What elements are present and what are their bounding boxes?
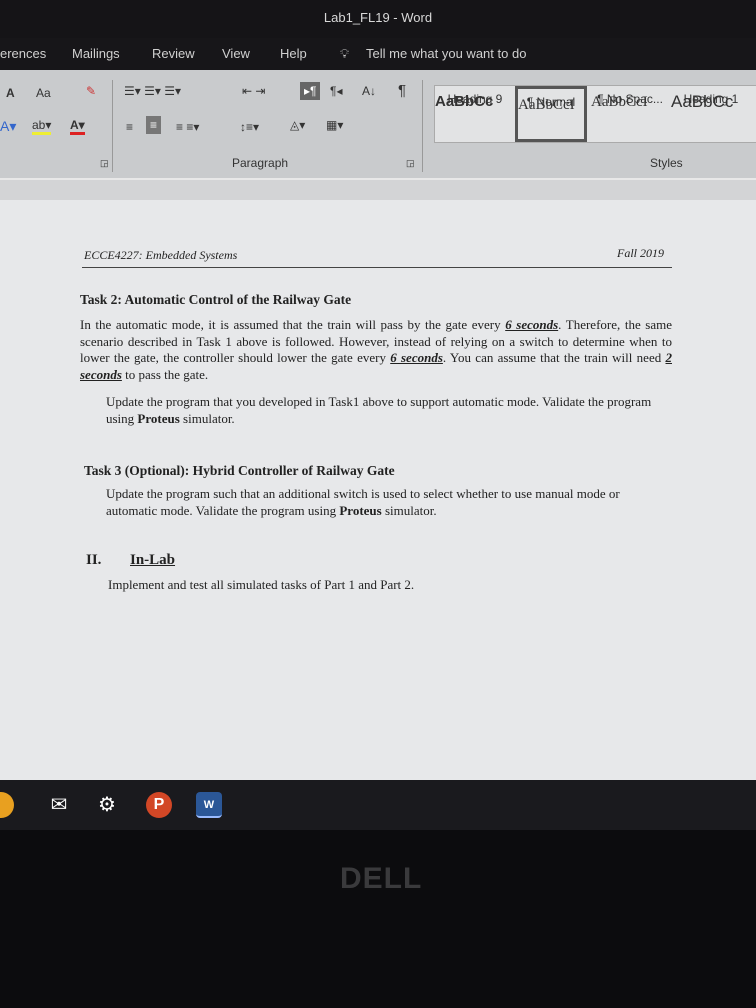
grow-font-icon[interactable]: A <box>6 86 15 100</box>
mail-icon[interactable]: ✉ <box>46 792 72 818</box>
ruler-strip <box>0 178 756 200</box>
style-heading-9[interactable]: AaBbCc Heading 9 <box>435 86 515 142</box>
shading-icon[interactable]: ◬▾ <box>290 118 305 132</box>
align-right-icon[interactable]: ≡ ≡▾ <box>176 120 199 134</box>
tell-me-search[interactable]: Tell me what you want to do <box>366 46 526 61</box>
title-bar: Lab1_FL19 - Word <box>0 0 756 38</box>
borders-icon[interactable]: ▦▾ <box>326 118 343 132</box>
section-number: II. <box>86 552 102 568</box>
line-spacing-icon[interactable]: ↕≡▾ <box>240 120 259 134</box>
tab-mailings[interactable]: Mailings <box>72 46 120 61</box>
style-normal[interactable]: AaBbCcI ¶ Normal <box>515 86 587 142</box>
ribbon-tabs: erences Mailings Review View Help 💡︎ Tel… <box>0 38 756 70</box>
align-left-icon[interactable]: ≡ <box>126 120 133 134</box>
font-color-icon[interactable]: A▾ <box>70 118 85 135</box>
text-effects-icon[interactable]: A▾ <box>0 118 16 135</box>
task3-paragraph: Update the program such that an addition… <box>106 486 620 518</box>
align-center-icon[interactable]: ≡ <box>146 116 162 134</box>
clear-format-icon[interactable]: ✎ <box>86 84 96 98</box>
rtl-icon[interactable]: ¶◂ <box>330 84 342 98</box>
ltr-icon[interactable]: ▸¶ <box>300 82 321 100</box>
change-case-button[interactable]: Aa <box>36 86 51 100</box>
task2-instruction: Update the program that you developed in… <box>106 394 652 426</box>
pilcrow-icon[interactable]: ¶ <box>398 82 406 99</box>
tab-review[interactable]: Review <box>152 46 195 61</box>
style-heading-1[interactable]: AaBbCc Heading 1 <box>671 86 751 142</box>
ribbon: A Aa ✎ A▾ ab▾ A▾ ☰▾ ☰▾ ☰▾ ⇤ ⇥ ▸¶ ¶◂ A↓ ¶… <box>0 70 756 178</box>
header-term: Fall 2019 <box>617 246 664 260</box>
task2-title: Task 2: Automatic Control of the Railway… <box>80 292 352 307</box>
section-paragraph: Implement and test all simulated tasks o… <box>108 577 415 592</box>
app-icon[interactable] <box>0 792 14 818</box>
task2-paragraph: In the automatic mode, it is assumed tha… <box>80 317 672 382</box>
tab-help[interactable]: Help <box>280 46 307 61</box>
font-launcher-icon[interactable]: ◲ <box>100 158 109 169</box>
styles-gallery: AaBbCc Heading 9 AaBbCcI ¶ Normal AaBbCcI ¶… <box>434 85 756 143</box>
settings-icon[interactable]: ⚙ <box>94 792 120 818</box>
document-page[interactable]: ECCE4227: Embedded Systems Fall 2019 Tas… <box>0 200 756 780</box>
header-course: ECCE4227: Embedded Systems <box>84 248 238 262</box>
tab-view[interactable]: View <box>222 46 250 61</box>
indent-icon[interactable]: ⇤ ⇥ <box>242 84 265 98</box>
window-title: Lab1_FL19 - Word <box>323 10 433 25</box>
page-header: ECCE4227: Embedded Systems Fall 2019 <box>82 244 672 268</box>
word-icon[interactable]: W <box>196 792 222 818</box>
highlight-icon[interactable]: ab▾ <box>32 118 52 135</box>
style-no-spacing[interactable]: AaBbCcI ¶ No Spac... <box>591 86 669 142</box>
section-title: In-Lab <box>130 552 176 568</box>
bullets-icon[interactable]: ☰▾ ☰▾ ☰▾ <box>124 84 181 98</box>
sort-icon[interactable]: A↓ <box>362 84 376 98</box>
paragraph-group-label: Paragraph <box>232 156 289 170</box>
paragraph-launcher-icon[interactable]: ◲ <box>406 158 415 169</box>
lightbulb-icon: 💡︎ <box>340 46 350 61</box>
task3-title: Task 3 (Optional): Hybrid Controller of … <box>84 463 395 478</box>
styles-group-label: Styles <box>650 156 683 170</box>
powerpoint-icon[interactable]: P <box>146 792 172 818</box>
taskbar: ✉ ⚙ P W <box>0 780 756 830</box>
dell-logo: DELL <box>340 862 423 895</box>
tab-references[interactable]: erences <box>0 46 46 61</box>
